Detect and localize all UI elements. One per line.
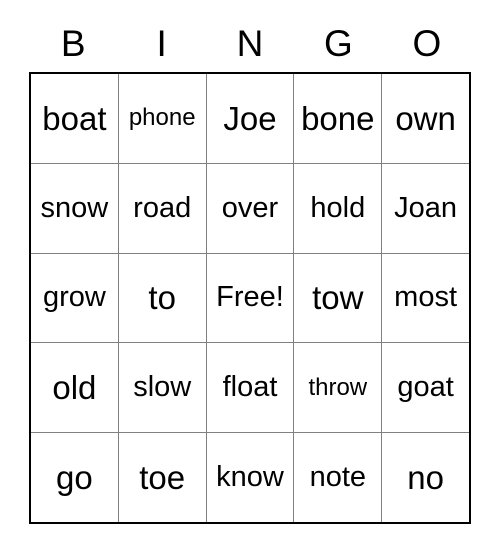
- bingo-card: B I N G O boat phone Joe bone own snow r…: [29, 14, 471, 524]
- bingo-cell-label: hold: [310, 191, 366, 224]
- bingo-cell[interactable]: old: [31, 343, 118, 433]
- bingo-cell[interactable]: tow: [293, 253, 382, 343]
- bingo-cell[interactable]: to: [117, 253, 206, 343]
- bingo-cell-label: throw: [308, 373, 368, 401]
- bingo-cell-label: own: [395, 99, 456, 137]
- bingo-cell[interactable]: note: [293, 433, 382, 522]
- bingo-cell-label: bone: [301, 99, 375, 137]
- bingo-cell-label: go: [56, 459, 93, 497]
- bingo-cell-label: over: [221, 191, 279, 224]
- bingo-cell-label: note: [309, 461, 367, 494]
- bingo-header-row: B I N G O: [29, 14, 471, 72]
- bingo-cell[interactable]: float: [205, 343, 294, 433]
- bingo-header-letter-n: N: [236, 22, 264, 64]
- bingo-cell-label: Joan: [394, 191, 458, 224]
- bingo-cell-label: toe: [139, 459, 186, 497]
- bingo-cell[interactable]: no: [381, 433, 469, 522]
- bingo-row: go toe know note no: [31, 432, 469, 522]
- bingo-row: snow road over hold Joan: [31, 162, 469, 253]
- bingo-cell[interactable]: slow: [117, 343, 206, 433]
- bingo-cell-label: Free!: [216, 281, 284, 314]
- bingo-cell[interactable]: hold: [293, 163, 382, 253]
- bingo-header-letter-g: G: [324, 22, 353, 64]
- bingo-row: old slow float throw goat: [31, 342, 469, 433]
- bingo-cell-label: road: [133, 191, 192, 224]
- bingo-cell-label: know: [216, 461, 284, 494]
- bingo-cell[interactable]: toe: [117, 433, 206, 522]
- bingo-cell-label: slow: [133, 371, 192, 404]
- bingo-header-letter-i: I: [156, 22, 167, 64]
- bingo-cell-label: old: [52, 369, 97, 407]
- bingo-cell[interactable]: bone: [293, 74, 382, 163]
- bingo-grid: boat phone Joe bone own snow road over h…: [29, 72, 471, 524]
- bingo-row: boat phone Joe bone own: [31, 74, 469, 163]
- bingo-cell[interactable]: own: [381, 74, 469, 163]
- bingo-cell-label: snow: [40, 191, 109, 224]
- bingo-cell[interactable]: throw: [293, 343, 382, 433]
- bingo-cell-label: goat: [397, 371, 454, 404]
- bingo-row: grow to Free! tow most: [31, 252, 469, 343]
- bingo-cell[interactable]: snow: [31, 163, 118, 253]
- bingo-cell-label: most: [394, 281, 457, 314]
- bingo-header-letter-b: B: [60, 22, 86, 64]
- bingo-cell-label: boat: [42, 99, 107, 137]
- bingo-cell-free[interactable]: Free!: [205, 253, 294, 343]
- bingo-cell[interactable]: grow: [31, 253, 118, 343]
- bingo-cell[interactable]: road: [117, 163, 206, 253]
- bingo-cell-label: tow: [312, 279, 364, 317]
- bingo-cell[interactable]: most: [381, 253, 469, 343]
- bingo-cell[interactable]: boat: [31, 74, 118, 163]
- bingo-cell-label: Joe: [223, 99, 277, 137]
- bingo-cell[interactable]: phone: [117, 74, 206, 163]
- bingo-cell[interactable]: Joan: [381, 163, 469, 253]
- bingo-header-letter-o: O: [412, 22, 442, 64]
- bingo-cell-label: to: [148, 279, 176, 317]
- bingo-cell[interactable]: know: [205, 433, 294, 522]
- bingo-cell[interactable]: go: [31, 433, 118, 522]
- bingo-cell-label: float: [222, 371, 278, 404]
- bingo-cell[interactable]: Joe: [205, 74, 294, 163]
- bingo-cell-label: no: [407, 459, 444, 497]
- bingo-cell[interactable]: goat: [381, 343, 469, 433]
- bingo-cell-label: grow: [42, 281, 106, 314]
- bingo-cell-label: phone: [128, 104, 196, 132]
- bingo-cell[interactable]: over: [205, 163, 294, 253]
